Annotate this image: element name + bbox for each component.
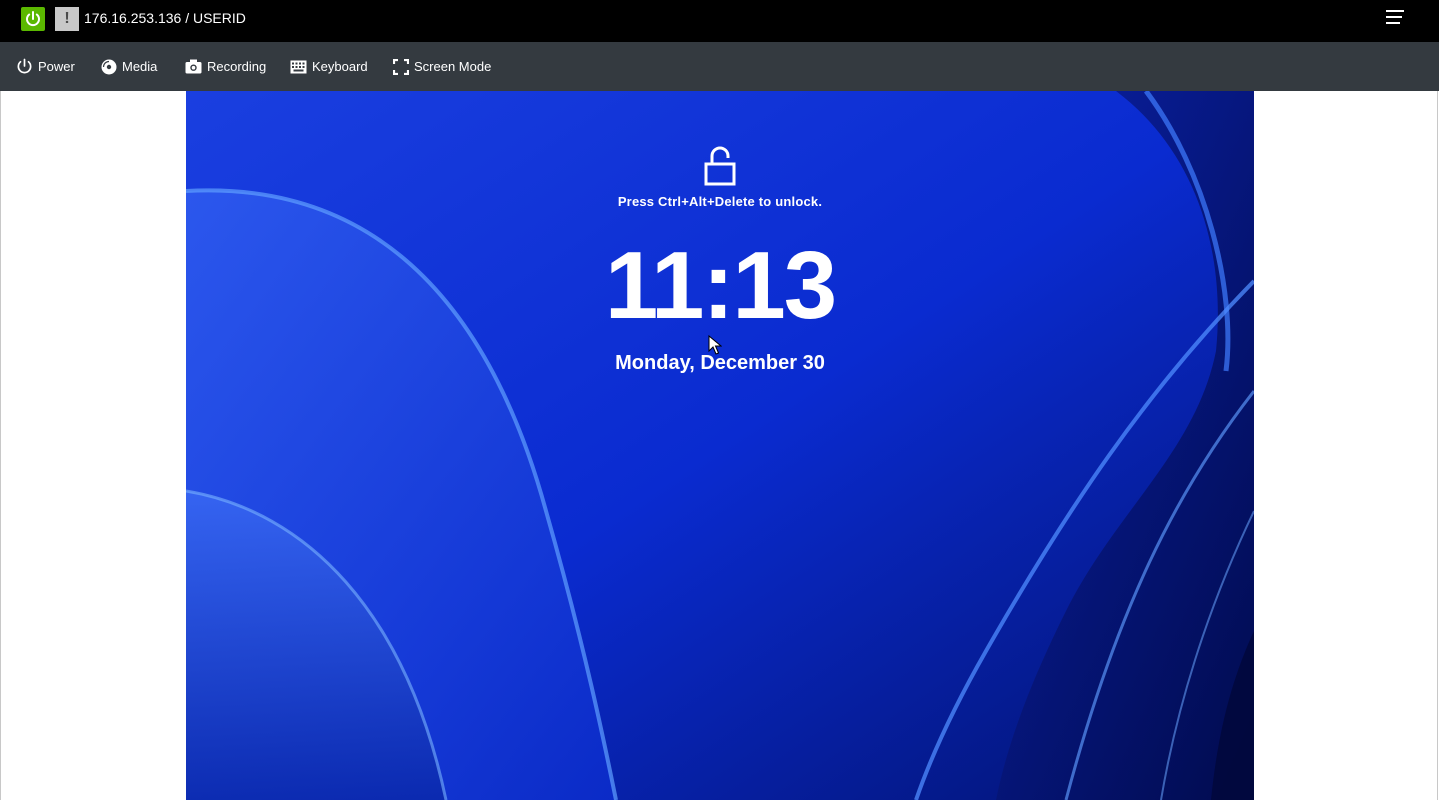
lock-screen-date: Monday, December 30	[615, 352, 825, 374]
host-label: 176.16.253.136 / USERID	[84, 10, 246, 26]
remote-lock-screen[interactable]: Press Ctrl+Alt+Delete to unlock. 11:13 M…	[186, 91, 1254, 800]
toolbar-keyboard-label: Keyboard	[312, 59, 368, 74]
toolbar-screen-mode-label: Screen Mode	[414, 59, 492, 74]
camera-icon	[185, 59, 202, 74]
alert-indicator[interactable]: !	[55, 7, 79, 31]
power-icon	[26, 11, 40, 27]
hamburger-menu-icon[interactable]	[1386, 10, 1406, 28]
unlock-icon	[704, 146, 736, 186]
toolbar: Power Media Recording Keyboard Screen Mo…	[0, 42, 1439, 91]
toolbar-screen-mode-button[interactable]: Screen Mode	[393, 42, 491, 91]
toolbar-recording-label: Recording	[207, 59, 267, 74]
toolbar-media-button[interactable]: Media	[101, 42, 157, 91]
power-status-indicator[interactable]	[21, 7, 45, 31]
unlock-hint: Press Ctrl+Alt+Delete to unlock.	[617, 194, 823, 209]
toolbar-keyboard-button[interactable]: Keyboard	[290, 42, 368, 91]
toolbar-power-button[interactable]: Power	[16, 42, 75, 91]
toolbar-recording-button[interactable]: Recording	[185, 42, 266, 91]
toolbar-media-label: Media	[122, 59, 158, 74]
fullscreen-icon	[393, 58, 409, 75]
title-bar: ! 176.16.253.136 / USERID	[0, 0, 1439, 42]
mouse-cursor-icon	[708, 335, 722, 355]
power-icon	[17, 58, 32, 74]
keyboard-icon	[290, 60, 307, 73]
alert-glyph: !	[64, 10, 70, 27]
lock-screen-time: 11:13	[604, 232, 837, 339]
disc-icon	[101, 59, 117, 74]
toolbar-power-label: Power	[38, 59, 75, 74]
